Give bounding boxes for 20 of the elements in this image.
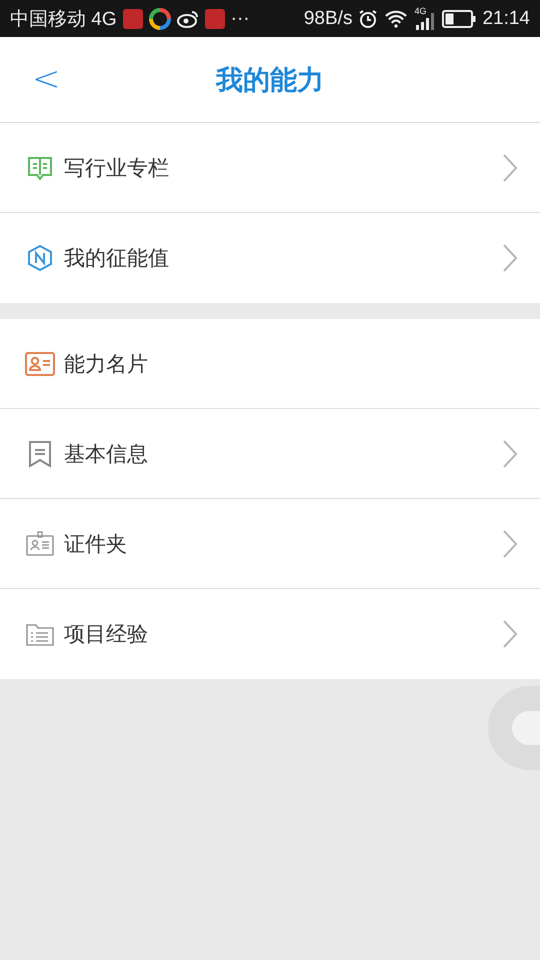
wifi-icon [384, 10, 408, 28]
battery-icon [442, 10, 476, 28]
carrier-text: 中国移动 4G [10, 8, 117, 32]
contact-card-icon [25, 352, 55, 376]
app-notification-icon [148, 8, 171, 30]
hexagon-icon [26, 244, 54, 272]
network-speed: 98B/s [304, 8, 352, 30]
bookmark-icon [28, 440, 52, 468]
weibo-icon [176, 10, 199, 28]
back-button[interactable]: < [26, 59, 66, 99]
page-title: 我的能力 [216, 64, 324, 98]
more-notifications: ··· [230, 8, 250, 30]
folder-list-icon [26, 622, 54, 646]
app-notification-icon [204, 8, 225, 28]
alarm-icon [358, 8, 378, 28]
id-badge-icon [26, 530, 54, 556]
clock-time: 21:14 [482, 8, 530, 30]
app-notification-icon [122, 8, 143, 28]
network-type: 4G [414, 6, 426, 16]
book-icon [27, 154, 53, 180]
